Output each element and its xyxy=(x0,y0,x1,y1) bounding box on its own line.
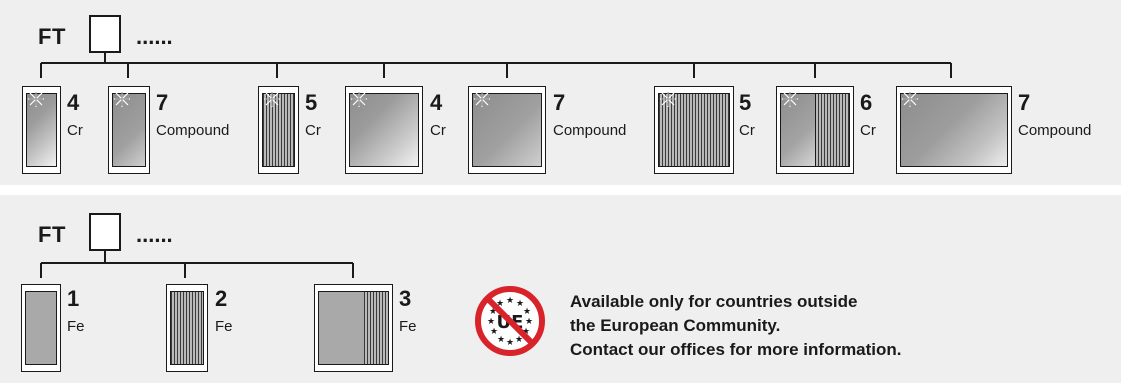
item-material: Compound xyxy=(1018,122,1092,139)
sparkle-icon xyxy=(474,91,490,107)
item-number: 6 xyxy=(860,90,873,115)
product-sample-compound-7-xl xyxy=(896,86,1012,174)
product-sample-chrome-4 xyxy=(22,86,61,174)
svg-text:★: ★ xyxy=(506,296,514,306)
svg-text:★: ★ xyxy=(506,338,514,348)
product-sample-chrome-5-wide xyxy=(654,86,734,174)
product-sample-chrome-5 xyxy=(258,86,299,174)
item-material: Cr xyxy=(430,122,446,139)
notice-line: Contact our offices for more information… xyxy=(570,340,902,359)
bottom-panel: FT ...... 1 Fe 2 Fe 3 Fe xyxy=(0,195,1121,383)
item-number: 7 xyxy=(553,90,566,115)
product-sample-compound-7-wide xyxy=(468,86,546,174)
eu-prohibited-icon: ★ ★ ★ ★ ★ ★ ★ ★ ★ ★ ★ ★ UE xyxy=(475,286,545,356)
notice-line: Available only for countries outside xyxy=(570,292,858,311)
availability-notice: Available only for countries outside the… xyxy=(570,290,902,362)
sparkle-icon xyxy=(28,91,44,107)
item-number: 4 xyxy=(430,90,443,115)
sparkle-icon xyxy=(660,91,676,107)
item-number: 2 xyxy=(215,286,228,311)
item-number: 1 xyxy=(67,286,80,311)
item-material: Fe xyxy=(67,318,85,335)
item-number: 5 xyxy=(739,90,752,115)
product-sample-iron-2 xyxy=(166,284,208,372)
item-material: Fe xyxy=(215,318,233,335)
item-material: Compound xyxy=(553,122,627,139)
sparkle-icon xyxy=(782,91,798,107)
item-material: Cr xyxy=(739,122,755,139)
top-panel: FT ...... 4 Cr 7 Compound 5 Cr 4 Cr 7 Co… xyxy=(0,0,1121,185)
svg-text:★: ★ xyxy=(525,317,533,327)
item-material: Fe xyxy=(399,318,417,335)
item-number: 5 xyxy=(305,90,318,115)
product-sample-iron-1 xyxy=(21,284,61,372)
item-material: Cr xyxy=(860,122,876,139)
sparkle-icon xyxy=(351,91,367,107)
item-material: Cr xyxy=(305,122,321,139)
product-sample-chrome-4-wide xyxy=(345,86,423,174)
item-number: 7 xyxy=(156,90,169,115)
product-sample-chrome-6 xyxy=(776,86,854,174)
item-number: 7 xyxy=(1018,90,1031,115)
item-number: 3 xyxy=(399,286,412,311)
svg-text:★: ★ xyxy=(497,335,505,345)
svg-text:★: ★ xyxy=(487,317,495,327)
sparkle-icon xyxy=(902,91,918,107)
sparkle-icon xyxy=(114,91,130,107)
notice-line: the European Community. xyxy=(570,316,781,335)
sparkle-icon xyxy=(264,91,280,107)
product-sample-iron-3 xyxy=(314,284,393,372)
product-sample-compound-7 xyxy=(108,86,150,174)
svg-text:★: ★ xyxy=(523,307,531,317)
item-number: 4 xyxy=(67,90,80,115)
item-material: Compound xyxy=(156,122,230,139)
item-material: Cr xyxy=(67,122,83,139)
